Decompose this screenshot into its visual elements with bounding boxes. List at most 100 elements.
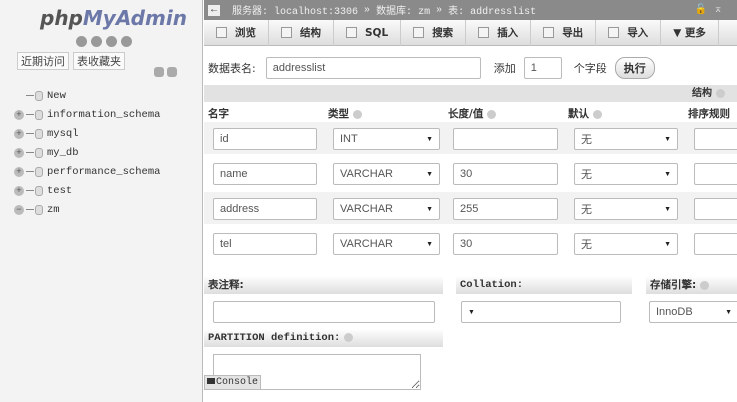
- collapse-all-icon[interactable]: [154, 67, 164, 77]
- field-name-input[interactable]: [213, 198, 317, 220]
- storage-engine-select[interactable]: InnoDB: [649, 301, 737, 323]
- phpmyadmin-logo[interactable]: phpMyAdmin: [40, 6, 187, 30]
- expand-icon[interactable]: +: [14, 166, 24, 177]
- field-type-select[interactable]: VARCHAR: [333, 198, 440, 220]
- field-type-select[interactable]: INT: [333, 128, 440, 150]
- settings-icon[interactable]: [121, 36, 132, 47]
- back-arrow-icon[interactable]: ←: [208, 4, 220, 16]
- structure-icon: [281, 27, 292, 38]
- field-collation-select[interactable]: [694, 163, 737, 185]
- tree-item-new[interactable]: New: [14, 86, 160, 105]
- tree-expander: [14, 91, 24, 101]
- logout-icon[interactable]: [91, 36, 102, 47]
- database-icon: [35, 166, 43, 177]
- help-icon[interactable]: [716, 88, 725, 98]
- help-icon[interactable]: [353, 109, 362, 119]
- field-collation-select[interactable]: [694, 128, 737, 150]
- tree-item-database[interactable]: − zm: [14, 200, 160, 219]
- tree-item-database[interactable]: + performance_schema: [14, 162, 160, 181]
- help-icon[interactable]: [700, 280, 710, 290]
- column-header-type: 类型: [328, 106, 362, 121]
- expand-icon[interactable]: +: [14, 128, 24, 139]
- help-icon[interactable]: [344, 332, 354, 342]
- expand-icon[interactable]: +: [14, 109, 24, 120]
- field-row: INT 无: [204, 122, 737, 154]
- tree-item-database[interactable]: + information_schema: [14, 105, 160, 124]
- field-row: VARCHAR 无: [204, 157, 737, 189]
- navigation-sidebar: phpMyAdmin 近期访问 表收藏夹 New + information_sch…: [0, 0, 203, 402]
- collation-label: Collation:: [456, 276, 632, 294]
- table-name-input[interactable]: [265, 57, 481, 79]
- browse-tab[interactable]: 浏览: [204, 19, 269, 46]
- table-name-label: 数据表名:: [208, 62, 256, 75]
- field-default-select[interactable]: 无: [574, 128, 678, 150]
- field-length-input[interactable]: [453, 198, 558, 220]
- tree-item-database[interactable]: + mysql: [14, 124, 160, 143]
- insert-icon: [478, 27, 490, 38]
- sql-tab[interactable]: SQL: [334, 19, 402, 46]
- sql-icon: [346, 27, 357, 38]
- export-icon: [543, 27, 555, 38]
- docs-icon[interactable]: [106, 36, 117, 47]
- export-tab[interactable]: 导出: [531, 19, 597, 46]
- lock-and-collapse-icons[interactable]: 🔓⌅: [695, 4, 729, 16]
- field-row: VARCHAR 无: [204, 192, 737, 224]
- collation-select[interactable]: [461, 301, 621, 323]
- toolbar: 浏览 结构 SQL 搜索 插入 导出 导入 ▼ 更多: [204, 19, 737, 46]
- field-default-select[interactable]: 无: [574, 198, 678, 220]
- database-icon: [35, 185, 43, 196]
- field-length-input[interactable]: [453, 128, 558, 150]
- console-tab[interactable]: Console: [204, 375, 261, 390]
- search-tab[interactable]: 搜索: [401, 19, 467, 46]
- field-collation-select[interactable]: [694, 198, 737, 220]
- tree-item-database[interactable]: + test: [14, 181, 160, 200]
- field-default-select[interactable]: 无: [574, 233, 678, 255]
- breadcrumb-server[interactable]: 服务器: localhost:3306: [232, 2, 358, 18]
- column-header-default: 默认: [568, 106, 602, 121]
- database-icon: [35, 147, 43, 158]
- import-icon: [608, 27, 620, 38]
- field-name-input[interactable]: [213, 233, 317, 255]
- database-icon: [35, 128, 43, 139]
- database-icon: [35, 204, 43, 215]
- database-icon: [35, 109, 43, 120]
- expand-icon[interactable]: +: [14, 185, 24, 196]
- database-tree: New + information_schema + mysql + my_db + p…: [14, 86, 160, 219]
- field-length-input[interactable]: [453, 163, 558, 185]
- structure-tab[interactable]: 结构: [269, 19, 334, 46]
- field-collation-select[interactable]: [694, 233, 737, 255]
- field-name-input[interactable]: [213, 128, 317, 150]
- help-icon[interactable]: [593, 109, 602, 119]
- import-tab[interactable]: 导入: [596, 19, 662, 46]
- tree-item-database[interactable]: + my_db: [14, 143, 160, 162]
- field-row: VARCHAR 无: [204, 227, 737, 259]
- insert-tab[interactable]: 插入: [466, 19, 532, 46]
- field-type-select[interactable]: VARCHAR: [333, 233, 440, 255]
- more-tab[interactable]: ▼ 更多: [661, 19, 719, 46]
- browse-icon: [216, 27, 227, 38]
- table-comment-input[interactable]: [213, 301, 435, 323]
- go-button[interactable]: 执行: [614, 57, 655, 79]
- field-length-input[interactable]: [453, 233, 558, 255]
- expand-icon[interactable]: +: [14, 147, 24, 158]
- column-header-collation: 排序规则: [688, 108, 730, 120]
- column-header-length: 长度/值: [448, 106, 497, 121]
- storage-engine-label: 存储引擎:: [646, 276, 737, 294]
- field-default-select[interactable]: 无: [574, 163, 678, 185]
- collapse-icon[interactable]: −: [14, 204, 24, 215]
- link-icon[interactable]: [167, 67, 177, 77]
- favorites-tab[interactable]: 表收藏夹: [73, 52, 125, 70]
- structure-header: 结构: [204, 85, 737, 102]
- breadcrumb-database[interactable]: 数据库: zm: [376, 2, 430, 18]
- database-icon: [35, 90, 43, 101]
- help-icon[interactable]: [487, 109, 497, 119]
- field-name-input[interactable]: [213, 163, 317, 185]
- recent-tab[interactable]: 近期访问: [17, 52, 69, 70]
- table-comment-label: 表注释:: [204, 276, 443, 294]
- breadcrumb-table[interactable]: 表: addresslist: [448, 2, 536, 18]
- partition-label: PARTITION definition:: [204, 329, 443, 347]
- field-type-select[interactable]: VARCHAR: [333, 163, 440, 185]
- add-count-input[interactable]: [523, 57, 562, 79]
- home-icon[interactable]: [76, 36, 87, 47]
- breadcrumb: ← 服务器: localhost:3306 » 数据库: zm » 表: add…: [204, 0, 737, 20]
